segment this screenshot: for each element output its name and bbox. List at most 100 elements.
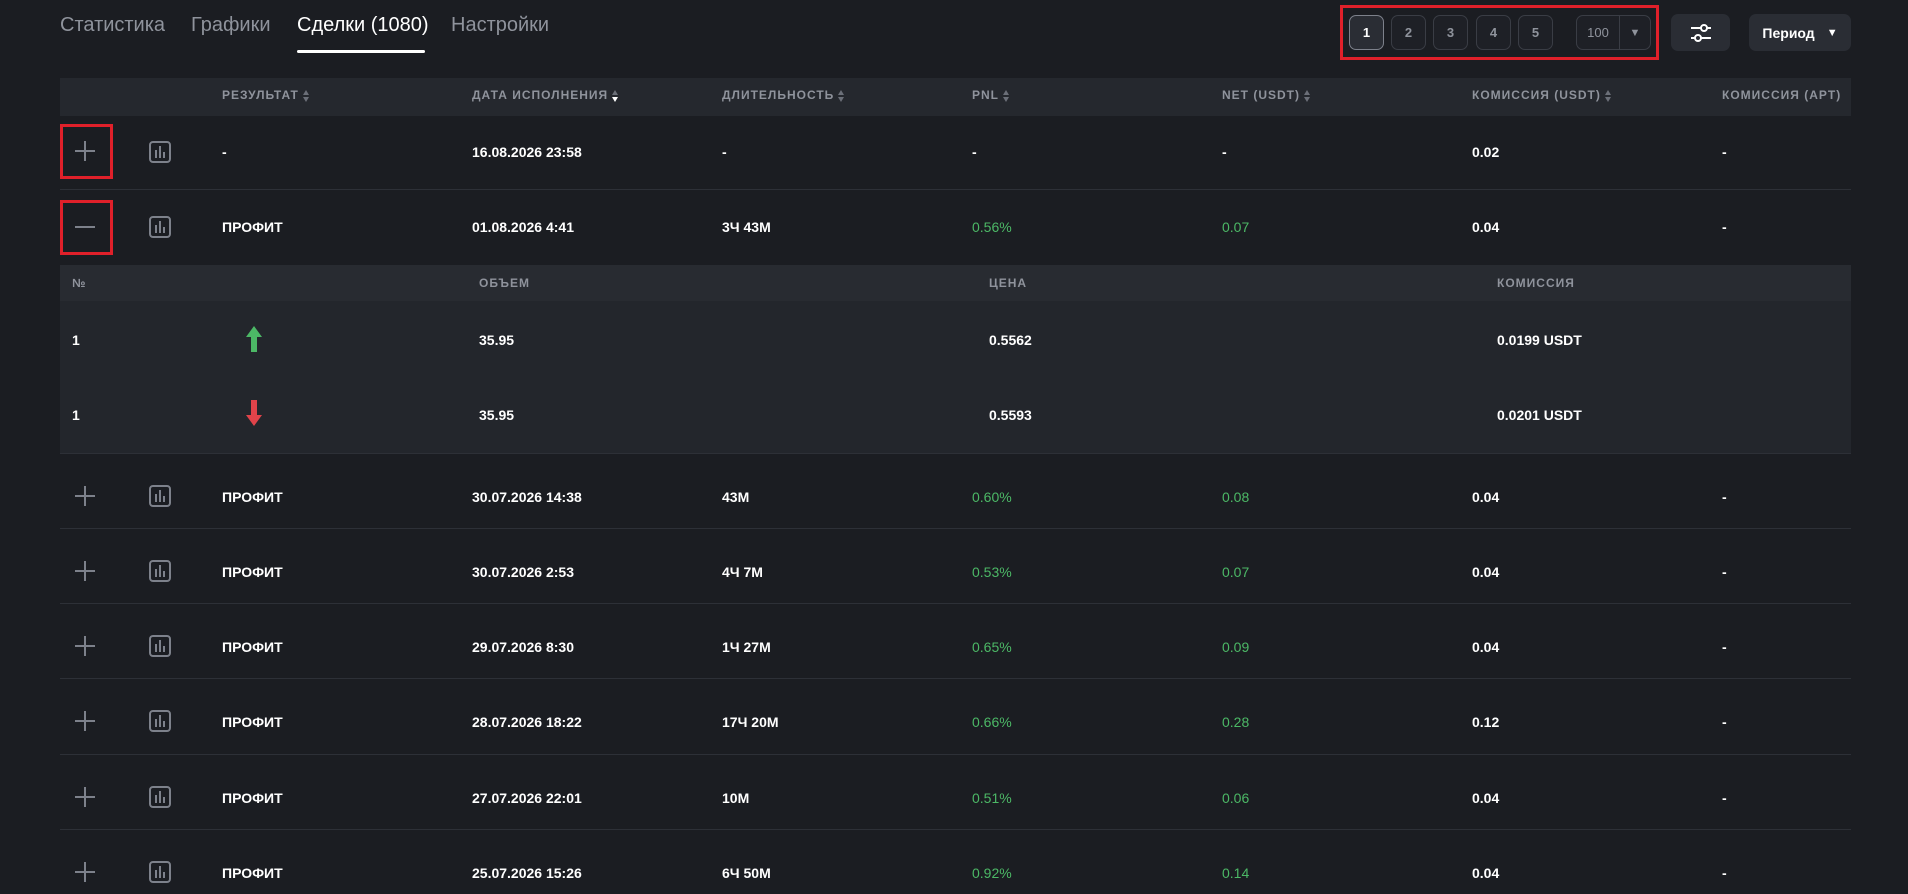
column-header-fee-apt[interactable]: КОМИССИЯ (APT): [1722, 88, 1841, 102]
cell-net: -: [1222, 144, 1227, 160]
plus-icon[interactable]: [75, 787, 95, 807]
chart-icon[interactable]: [149, 861, 171, 883]
cell-fee-usdt: 0.04: [1472, 865, 1500, 881]
sub-table-header: [60, 265, 1851, 301]
cell-result: -: [222, 144, 227, 160]
cell-duration: 17Ч 20М: [722, 714, 779, 730]
sub-header-num: №: [72, 276, 87, 290]
filter-settings-button[interactable]: [1671, 14, 1730, 51]
cell-fee-apt: -: [1722, 144, 1727, 160]
cell-date: 28.07.2026 18:22: [472, 714, 582, 730]
caret-down-icon: ▼: [1619, 16, 1650, 49]
plus-icon[interactable]: [75, 561, 95, 581]
chart-icon[interactable]: [149, 786, 171, 808]
cell-result: ПРОФИТ: [222, 219, 283, 235]
cell-date: 30.07.2026 2:53: [472, 564, 574, 580]
cell-pnl: 0.53%: [972, 564, 1012, 580]
sub-cell-fee: 0.0201 USDT: [1497, 407, 1582, 423]
cell-result: ПРОФИТ: [222, 489, 283, 505]
page-button-4[interactable]: 4: [1476, 15, 1511, 50]
plus-icon[interactable]: [75, 636, 95, 656]
cell-date: 16.08.2026 23:58: [472, 144, 582, 160]
column-header-pnl[interactable]: PNL: [972, 88, 1010, 102]
cell-result: ПРОФИТ: [222, 639, 283, 655]
column-header-date[interactable]: ДАТА ИСПОЛНЕНИЯ: [472, 88, 619, 102]
row-divider: [60, 528, 1851, 529]
plus-icon[interactable]: [75, 486, 95, 506]
cell-fee-usdt: 0.12: [1472, 714, 1500, 730]
cell-fee-apt: -: [1722, 219, 1727, 235]
column-header-result[interactable]: РЕЗУЛЬТАТ: [222, 88, 310, 102]
cell-duration: 4Ч 7М: [722, 564, 763, 580]
cell-net: 0.07: [1222, 564, 1250, 580]
sub-cell-price: 0.5562: [989, 332, 1032, 348]
cell-pnl: 0.65%: [972, 639, 1012, 655]
cell-net: 0.07: [1222, 219, 1250, 235]
row-divider: [60, 453, 1851, 454]
column-header-duration[interactable]: ДЛИТЕЛЬНОСТЬ: [722, 88, 845, 102]
cell-net: 0.08: [1222, 489, 1250, 505]
cell-duration: 6Ч 50М: [722, 865, 771, 881]
tab-charts[interactable]: Графики: [191, 14, 271, 37]
page-size-select[interactable]: 100 ▼: [1576, 15, 1651, 50]
cell-pnl: 0.51%: [972, 790, 1012, 806]
cell-net: 0.28: [1222, 714, 1250, 730]
plus-icon[interactable]: [75, 141, 95, 161]
page-button-2[interactable]: 2: [1391, 15, 1426, 50]
cell-fee-apt: -: [1722, 639, 1727, 655]
row-divider: [60, 754, 1851, 755]
down-arrow-icon: [246, 400, 262, 426]
chart-icon[interactable]: [149, 635, 171, 657]
sort-icon: [1604, 89, 1612, 102]
sub-cell-volume: 35.95: [479, 332, 515, 348]
caret-down-icon: ▼: [1826, 26, 1838, 39]
cell-fee-usdt: 0.04: [1472, 489, 1500, 505]
cell-date: 01.08.2026 4:41: [472, 219, 574, 235]
cell-result: ПРОФИТ: [222, 865, 283, 881]
sub-cell-num: 1: [72, 332, 80, 348]
cell-pnl: 0.92%: [972, 865, 1012, 881]
sub-header-price: ЦЕНА: [989, 276, 1028, 290]
page-button-5[interactable]: 5: [1518, 15, 1553, 50]
sort-icon: [1003, 89, 1010, 102]
chart-icon[interactable]: [149, 710, 171, 732]
chart-icon[interactable]: [149, 141, 171, 163]
cell-pnl: -: [972, 144, 977, 160]
plus-icon[interactable]: [75, 862, 95, 882]
sliders-icon: [1690, 23, 1711, 42]
cell-fee-usdt: 0.04: [1472, 790, 1500, 806]
page-button-1[interactable]: 1: [1349, 15, 1384, 50]
row-divider: [60, 829, 1851, 830]
sort-icon: [302, 89, 310, 102]
cell-fee-apt: -: [1722, 564, 1727, 580]
chart-icon[interactable]: [149, 216, 171, 238]
tab-settings[interactable]: Настройки: [451, 14, 549, 37]
cell-duration: -: [722, 144, 727, 160]
cell-fee-usdt: 0.04: [1472, 219, 1500, 235]
plus-icon[interactable]: [75, 711, 95, 731]
chart-icon[interactable]: [149, 560, 171, 582]
sort-icon: [838, 89, 845, 102]
sub-cell-volume: 35.95: [479, 407, 515, 423]
sub-cell-fee: 0.0199 USDT: [1497, 332, 1582, 348]
cell-duration: 43М: [722, 489, 750, 505]
tab-deals[interactable]: Сделки (1080): [297, 14, 429, 37]
page-size-value: 100: [1587, 25, 1609, 40]
tab-statistics[interactable]: Статистика: [60, 14, 165, 37]
period-label: Период: [1762, 24, 1815, 41]
cell-pnl: 0.66%: [972, 714, 1012, 730]
cell-net: 0.14: [1222, 865, 1250, 881]
cell-pnl: 0.56%: [972, 219, 1012, 235]
minus-icon[interactable]: [75, 217, 95, 237]
cell-fee-usdt: 0.04: [1472, 564, 1500, 580]
cell-net: 0.06: [1222, 790, 1250, 806]
column-header-net[interactable]: NET (USDT): [1222, 88, 1311, 102]
chart-icon[interactable]: [149, 485, 171, 507]
page-button-3[interactable]: 3: [1433, 15, 1468, 50]
row-divider: [60, 189, 1851, 190]
cell-result: ПРОФИТ: [222, 790, 283, 806]
column-header-fee-usdt[interactable]: КОМИССИЯ (USDT): [1472, 88, 1612, 102]
cell-date: 25.07.2026 15:26: [472, 865, 582, 881]
active-tab-indicator: [297, 50, 425, 53]
period-dropdown[interactable]: Период ▼: [1749, 14, 1851, 51]
